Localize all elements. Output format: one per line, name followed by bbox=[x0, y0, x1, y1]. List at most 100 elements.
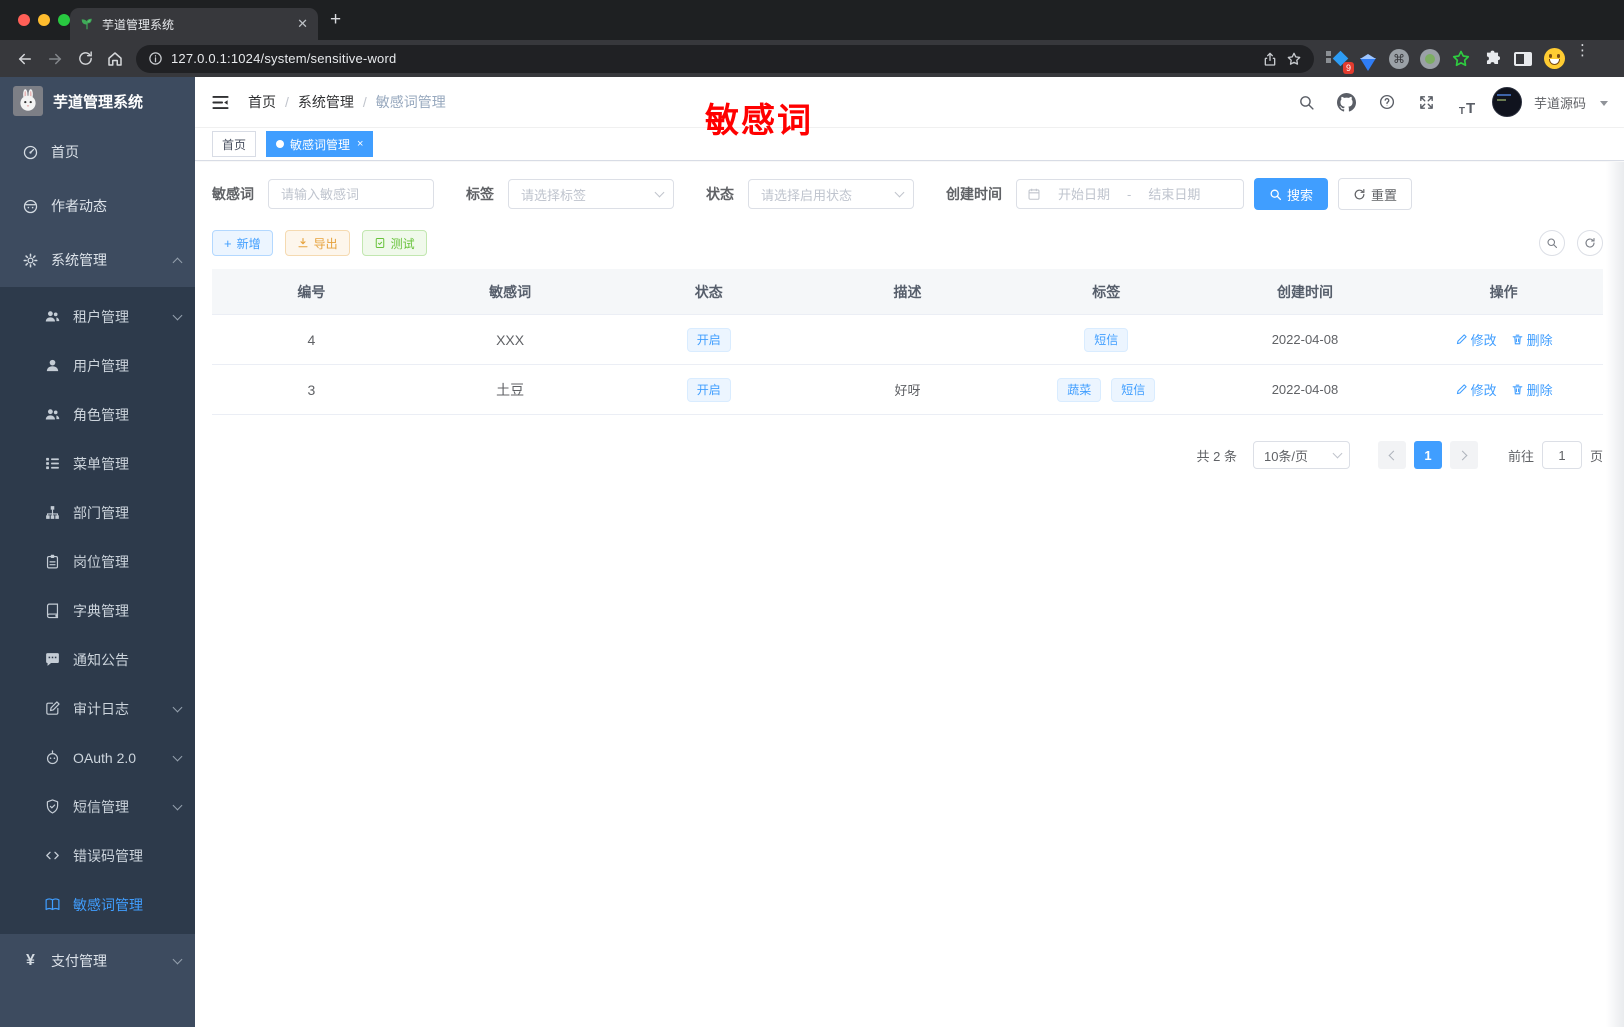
status-badge: 开启 bbox=[686, 327, 731, 352]
new-tab-icon[interactable]: + bbox=[330, 10, 341, 29]
current-page-button[interactable]: 1 bbox=[1413, 441, 1442, 469]
sidebar-item-system[interactable]: 系统管理 bbox=[0, 233, 195, 287]
user-name[interactable]: 芋道源码 bbox=[1534, 93, 1586, 112]
status-select[interactable]: 请选择启用状态 bbox=[748, 179, 914, 209]
column-header: 标签 bbox=[1092, 283, 1121, 300]
toggle-search-icon[interactable] bbox=[1539, 230, 1565, 256]
test-button[interactable]: 测试 bbox=[361, 230, 427, 256]
next-page-button[interactable] bbox=[1449, 441, 1478, 469]
breadcrumb-system[interactable]: 系统管理 bbox=[298, 92, 354, 112]
sidebar-item-label: 敏感词管理 bbox=[73, 896, 143, 913]
profile-emoji-icon[interactable] bbox=[1543, 48, 1565, 70]
prev-page-button[interactable] bbox=[1377, 441, 1406, 469]
scrollbar-track[interactable] bbox=[1606, 162, 1624, 1027]
avatar[interactable] bbox=[1491, 87, 1522, 117]
extension-command-icon[interactable]: ⌘ bbox=[1388, 48, 1410, 70]
browser-menu-icon[interactable]: ⋮​ bbox=[1575, 41, 1590, 76]
collapse-sidebar-icon[interactable] bbox=[211, 93, 230, 112]
start-date-input[interactable] bbox=[1047, 186, 1121, 202]
sidebar-item-sms[interactable]: 短信管理 bbox=[0, 782, 195, 831]
tag-select[interactable]: 请选择标签 bbox=[508, 179, 674, 209]
org-chart-icon bbox=[44, 504, 61, 521]
post-badge-icon bbox=[44, 553, 61, 570]
browser-tab[interactable]: 芋道管理系统 ✕ bbox=[70, 8, 318, 40]
chevron-down-icon[interactable] bbox=[1600, 101, 1608, 106]
window-controls[interactable] bbox=[18, 14, 70, 26]
goto-page-input[interactable] bbox=[1541, 441, 1582, 469]
export-button[interactable]: 导出 bbox=[284, 230, 350, 256]
address-bar[interactable]: 127.0.0.1:1024/system/sensitive-word bbox=[136, 44, 1314, 73]
sidebar-item-dict[interactable]: 字典管理 bbox=[0, 586, 195, 635]
sidebar-item-audit-log[interactable]: 审计日志 bbox=[0, 684, 195, 733]
delete-link[interactable]: 删除 bbox=[1511, 330, 1553, 349]
forward-icon[interactable] bbox=[40, 44, 70, 74]
url-text[interactable]: 127.0.0.1:1024/system/sensitive-word bbox=[171, 51, 1254, 66]
back-icon[interactable] bbox=[10, 44, 40, 74]
edit-link-label: 修改 bbox=[1470, 383, 1497, 398]
extension-blue-diamond-icon[interactable]: 9 bbox=[1326, 48, 1354, 74]
breadcrumb-home[interactable]: 首页 bbox=[248, 92, 276, 112]
tags-view-bar: 首页 敏感词管理 × bbox=[195, 128, 1624, 161]
help-icon[interactable] bbox=[1372, 87, 1402, 117]
search-button[interactable]: 搜索 bbox=[1254, 178, 1329, 210]
font-size-icon[interactable]: TT bbox=[1452, 87, 1482, 117]
share-icon[interactable] bbox=[1262, 51, 1278, 67]
sidebar-item-payment[interactable]: ¥ 支付管理 bbox=[0, 934, 195, 988]
window-minimize-button[interactable] bbox=[38, 14, 50, 26]
filter-form: 敏感词 标签 请选择标签 状态 请选择启用状态 创建时间 - bbox=[212, 178, 1603, 210]
extension-gem-icon[interactable] bbox=[1357, 48, 1379, 71]
tab-home[interactable]: 首页 bbox=[212, 131, 257, 157]
home-icon[interactable] bbox=[100, 44, 130, 74]
breadcrumb-current: 敏感词管理 bbox=[375, 94, 446, 110]
delete-link[interactable]: 删除 bbox=[1511, 380, 1553, 399]
sidebar-item-author-news[interactable]: 作者动态 bbox=[0, 179, 195, 233]
sidebar-item-post[interactable]: 岗位管理 bbox=[0, 537, 195, 586]
window-close-button[interactable] bbox=[18, 14, 30, 26]
edit-link[interactable]: 修改 bbox=[1455, 330, 1497, 349]
app-logo-row[interactable]: 芋道管理系统 bbox=[0, 77, 195, 125]
tab-close-icon[interactable]: ✕ bbox=[297, 16, 308, 32]
tab-close-icon[interactable]: × bbox=[357, 138, 363, 150]
keyword-input[interactable] bbox=[268, 179, 434, 209]
table-tools bbox=[1539, 230, 1603, 256]
reload-icon[interactable] bbox=[70, 44, 100, 74]
extensions-puzzle-icon[interactable] bbox=[1481, 48, 1503, 70]
site-info-icon[interactable] bbox=[148, 51, 163, 66]
sidebar-item-notice[interactable]: 通知公告 bbox=[0, 635, 195, 684]
sidebar-item-label: 用户管理 bbox=[73, 357, 129, 374]
sidebar-item-menu-manage[interactable]: 菜单管理 bbox=[0, 439, 195, 488]
search-icon[interactable] bbox=[1292, 87, 1322, 117]
bookmark-star-icon[interactable] bbox=[1286, 51, 1302, 67]
reset-button[interactable]: 重置 bbox=[1338, 178, 1413, 210]
sidebar-item-label: 短信管理 bbox=[73, 798, 129, 815]
page-size-select[interactable]: 10条/页 bbox=[1252, 441, 1350, 469]
end-date-input[interactable] bbox=[1137, 186, 1212, 202]
fullscreen-icon[interactable] bbox=[1412, 87, 1442, 117]
date-range-picker[interactable]: - bbox=[1016, 179, 1244, 209]
sidebar-item-error-code[interactable]: 错误码管理 bbox=[0, 831, 195, 880]
side-panel-icon[interactable] bbox=[1512, 48, 1534, 70]
sidebar-item-label: 岗位管理 bbox=[73, 553, 129, 570]
reset-button-label: 重置 bbox=[1371, 187, 1398, 203]
github-icon[interactable] bbox=[1332, 87, 1362, 117]
chevron-down-icon bbox=[894, 187, 905, 198]
chat-face-icon bbox=[22, 198, 39, 215]
sidebar-item-oauth[interactable]: OAuth 2.0 bbox=[0, 733, 195, 782]
add-button[interactable]: + 新增 bbox=[212, 230, 273, 256]
extension-green-star-icon[interactable] bbox=[1450, 48, 1472, 70]
edit-link[interactable]: 修改 bbox=[1455, 380, 1497, 399]
chevron-down-icon bbox=[654, 187, 665, 198]
extension-record-icon[interactable] bbox=[1419, 48, 1441, 70]
status-badge: 开启 bbox=[686, 377, 731, 402]
sidebar-item-dept[interactable]: 部门管理 bbox=[0, 488, 195, 537]
sidebar-item-home[interactable]: 首页 bbox=[0, 125, 195, 179]
sidebar-item-user[interactable]: 用户管理 bbox=[0, 341, 195, 390]
sidebar-item-role[interactable]: 角色管理 bbox=[0, 390, 195, 439]
app-logo-rabbit-icon bbox=[13, 86, 43, 116]
table-header-row: 编号 敏感词 状态 描述 标签 创建时间 操作 bbox=[212, 269, 1603, 315]
sidebar-item-sensitive-word[interactable]: 敏感词管理 bbox=[0, 880, 195, 929]
refresh-table-icon[interactable] bbox=[1577, 230, 1603, 256]
tab-sensitive-word[interactable]: 敏感词管理 × bbox=[266, 131, 374, 157]
sidebar-item-tenant[interactable]: 租户管理 bbox=[0, 292, 195, 341]
window-zoom-button[interactable] bbox=[58, 14, 70, 26]
